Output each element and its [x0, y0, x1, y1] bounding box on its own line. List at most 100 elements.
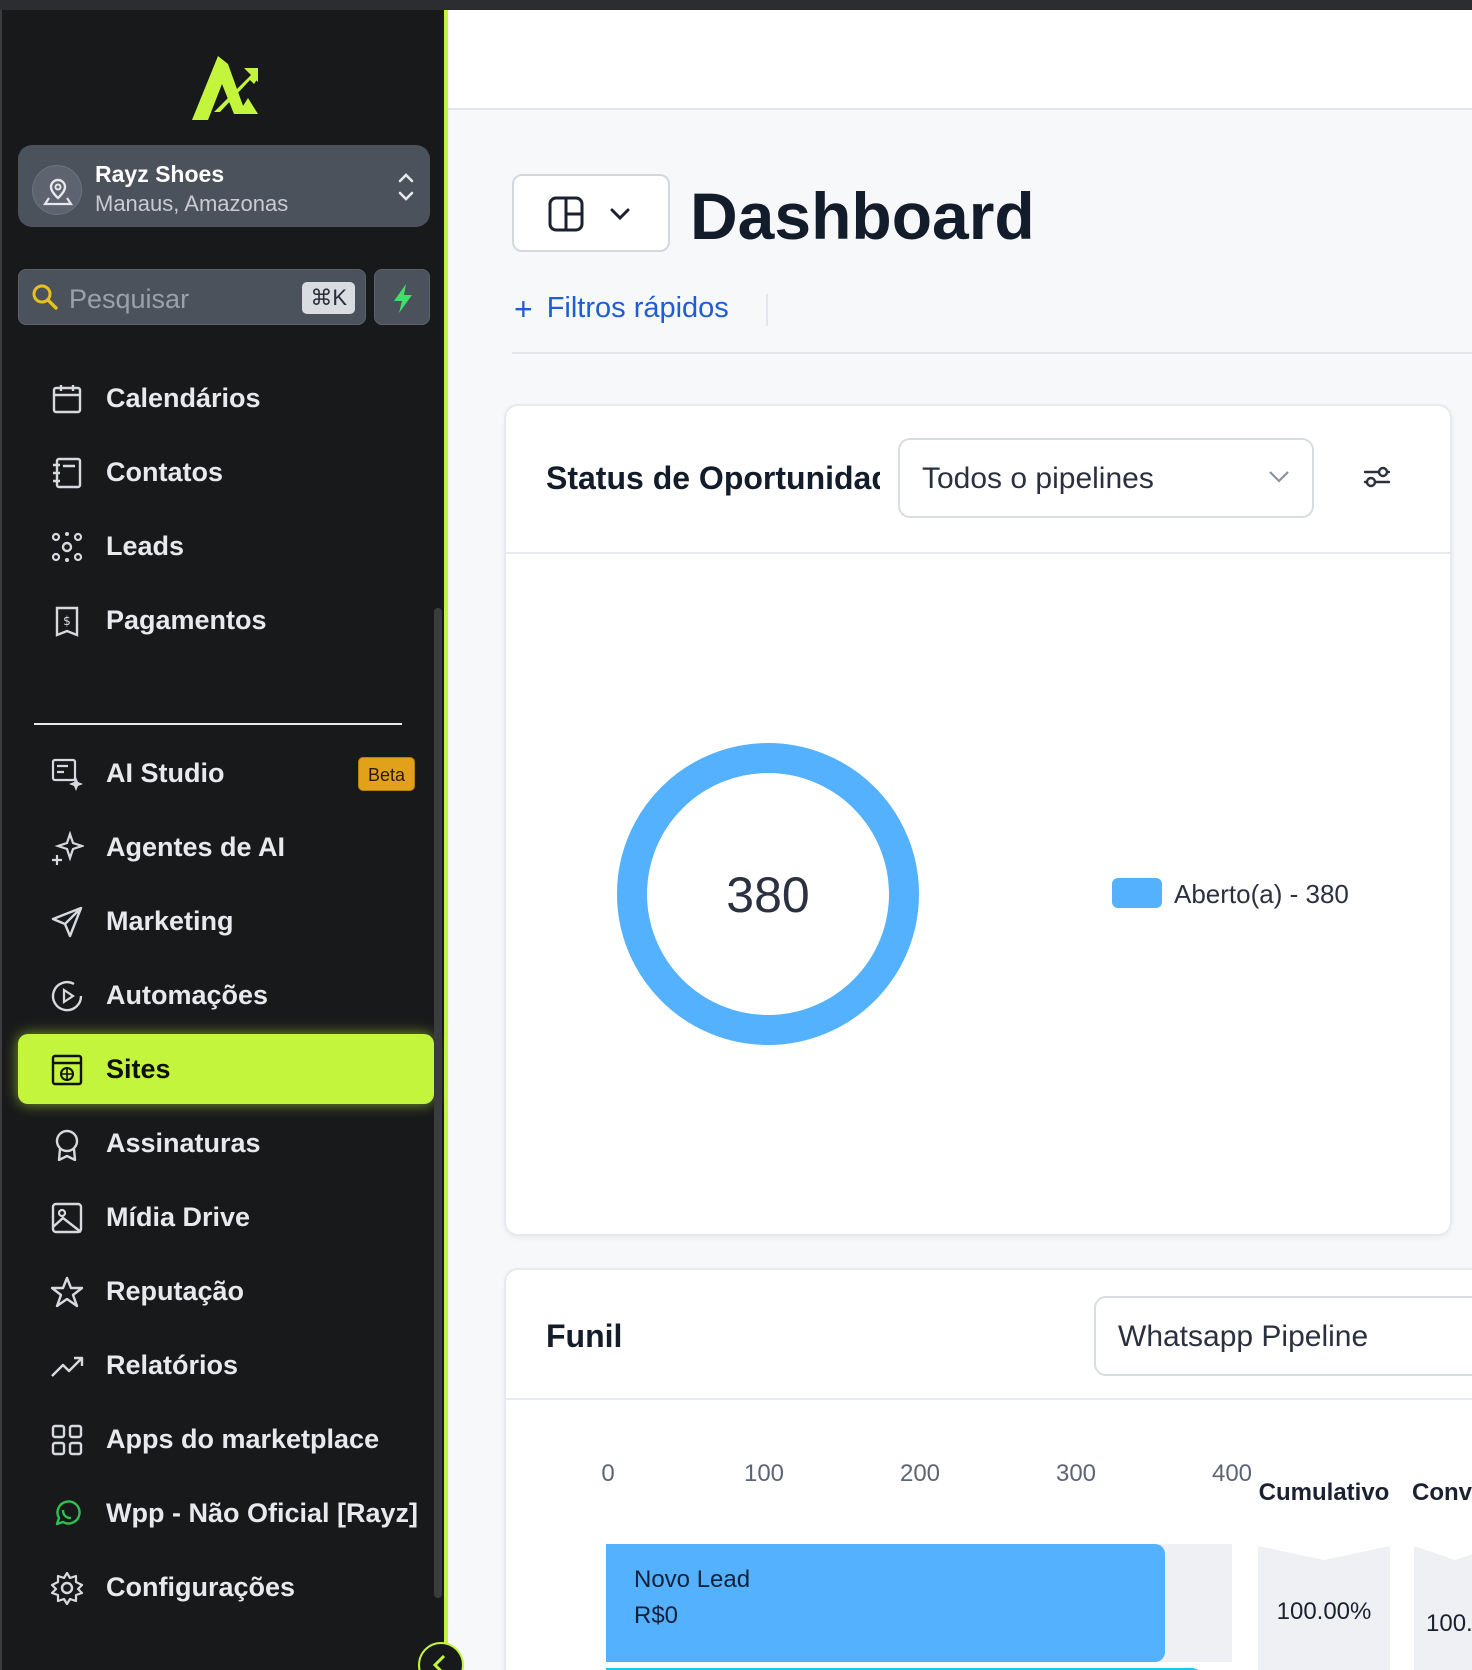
axis-tick: 0 — [601, 1460, 615, 1487]
sites-icon — [51, 1054, 83, 1086]
axis-tick: 300 — [1055, 1460, 1097, 1487]
sidebar-item-assinaturas[interactable]: Assinaturas — [18, 1108, 434, 1178]
cumulative-value: 100.00% — [1276, 1598, 1372, 1625]
sidebar-item-label: Wpp - Não Oficial [Rayz] — [106, 1497, 419, 1528]
leads-icon — [51, 532, 83, 562]
funnel-bar-novo-lead[interactable] — [606, 1544, 1165, 1662]
sidebar-item-agentes-de-ai[interactable]: Agentes de AI — [18, 812, 434, 882]
sidebar-item-midia-drive[interactable]: Mídia Drive — [18, 1182, 434, 1252]
sidebar-accent-border — [444, 10, 448, 1670]
sidebar-item-configuracoes[interactable]: Configurações — [18, 1552, 434, 1622]
sidebar-item-ai-studio[interactable]: AI Studio Beta — [18, 738, 434, 808]
sidebar-item-automacoes[interactable]: Automações — [18, 960, 434, 1030]
contacts-icon — [53, 457, 82, 489]
ai-studio-icon — [51, 758, 83, 791]
search-placeholder: Pesquisar — [69, 284, 190, 314]
automation-icon — [51, 980, 83, 1012]
grid-icon — [51, 1424, 83, 1456]
card-divider — [506, 1398, 1472, 1400]
location-subtitle: Manaus, Amazonas — [95, 191, 289, 216]
card-title: Funil — [546, 1318, 623, 1354]
layout-icon — [548, 196, 630, 232]
beta-badge: Beta — [358, 757, 416, 791]
calendar-icon — [52, 385, 82, 414]
star-icon — [50, 1276, 84, 1308]
sidebar-item-label: Reputação — [106, 1275, 245, 1306]
sidebar-item-label: Pagamentos — [106, 604, 267, 635]
window-top-strip — [0, 0, 1472, 10]
app-logo[interactable] — [188, 50, 260, 126]
conversion-value: 100. — [1426, 1610, 1472, 1637]
funnel-pipeline-select[interactable]: Whatsapp Pipeline — [1094, 1296, 1472, 1376]
funnel-card: Funil Whatsapp Pipeline 0 100 200 300 40… — [504, 1268, 1472, 1670]
filter-settings-icon[interactable] — [1362, 462, 1392, 492]
legend-swatch-aberto — [1112, 878, 1162, 908]
sidebar-item-label: Contatos — [106, 456, 223, 487]
legend-label-aberto: Aberto(a) - 380 — [1174, 879, 1349, 909]
sidebar-item-pagamentos[interactable]: $ Pagamentos — [18, 585, 434, 655]
sidebar-collapse-button[interactable] — [418, 1642, 464, 1670]
quick-filters-label: Filtros rápidos — [546, 292, 729, 324]
top-header-bar — [448, 10, 1472, 110]
funnel-stage-value: R$0 — [634, 1602, 679, 1629]
sidebar-item-label: Calendários — [106, 382, 261, 413]
image-icon — [51, 1202, 83, 1234]
sidebar-item-label: Automações — [106, 979, 269, 1010]
layout-switcher-button[interactable] — [512, 174, 670, 252]
pipeline-select[interactable]: Todos o pipelines — [898, 438, 1314, 518]
conversion-header: Conv da pr eta — [1412, 1480, 1472, 1506]
sidebar-item-label: Sites — [106, 1053, 171, 1084]
donut-center-value: 380 — [726, 867, 810, 923]
sidebar-item-label: Mídia Drive — [106, 1201, 251, 1232]
sidebar-item-label: AI Studio — [106, 757, 225, 788]
sidebar-item-label: Marketing — [106, 905, 234, 936]
sidebar-item-label: Assinaturas — [106, 1127, 261, 1158]
pipeline-select-value: Todos o pipelines — [922, 462, 1154, 495]
funnel-stage-name: Novo Lead — [634, 1566, 751, 1593]
axis-tick: 200 — [899, 1460, 941, 1487]
sidebar-item-label: Agentes de AI — [106, 831, 286, 862]
search-icon — [32, 284, 58, 310]
location-pin-icon — [32, 165, 82, 215]
sidebar: Rayz Shoes Manaus, Amazonas Pesquisar ⌘K… — [0, 10, 444, 1670]
sidebar-item-label: Configurações — [106, 1571, 296, 1602]
location-name: Rayz Shoes — [95, 161, 225, 187]
sidebar-divider — [34, 723, 402, 725]
sidebar-item-wpp[interactable]: Wpp - Não Oficial [Rayz] — [18, 1478, 434, 1548]
sidebar-item-relatorios[interactable]: Relatórios — [18, 1330, 434, 1400]
plus-icon: + — [514, 290, 533, 327]
sidebar-item-label: Apps do marketplace — [106, 1423, 380, 1454]
trending-icon — [51, 1356, 84, 1377]
sparkles-icon — [52, 831, 84, 865]
location-switcher[interactable]: Rayz Shoes Manaus, Amazonas — [18, 145, 430, 227]
cumulative-header: Cumulativo — [1258, 1479, 1390, 1506]
search-shortcut: ⌘K — [302, 282, 355, 314]
bolt-icon — [394, 284, 412, 313]
sidebar-item-contatos[interactable]: Contatos — [18, 437, 434, 507]
sidebar-item-label: Leads — [106, 530, 185, 561]
sidebar-item-calendarios[interactable]: Calendários — [18, 363, 434, 433]
sidebar-item-reputacao[interactable]: Reputação — [18, 1256, 434, 1326]
funnel-select-value: Whatsapp Pipeline — [1118, 1320, 1369, 1353]
header-divider — [512, 352, 1472, 354]
send-icon — [51, 906, 83, 938]
sidebar-item-sites[interactable]: Sites — [18, 1034, 434, 1104]
whatsapp-icon — [55, 1500, 81, 1526]
quick-action-button[interactable] — [374, 269, 430, 325]
axis-tick: 100 — [743, 1460, 785, 1487]
quick-filters-button[interactable]: + Filtros rápidos — [514, 292, 729, 325]
search-input[interactable]: Pesquisar ⌘K — [18, 269, 366, 325]
chevron-updown-icon — [398, 173, 414, 201]
sidebar-item-leads[interactable]: Leads — [18, 511, 434, 581]
filters-separator — [766, 294, 768, 326]
badge-icon — [55, 1129, 79, 1161]
opportunity-status-card: Status de Oportunidades Todos o pipeline… — [504, 404, 1452, 1236]
sidebar-item-label: Relatórios — [106, 1349, 239, 1380]
chevron-left-icon — [432, 1654, 446, 1670]
sidebar-item-apps-marketplace[interactable]: Apps do marketplace — [18, 1404, 434, 1474]
sidebar-scrollbar[interactable] — [434, 608, 442, 1598]
card-title: Status de Oportunidades — [546, 460, 880, 496]
sidebar-item-marketing[interactable]: Marketing — [18, 886, 434, 956]
svg-text:$: $ — [63, 614, 71, 628]
page-title: Dashboard — [690, 179, 1035, 253]
